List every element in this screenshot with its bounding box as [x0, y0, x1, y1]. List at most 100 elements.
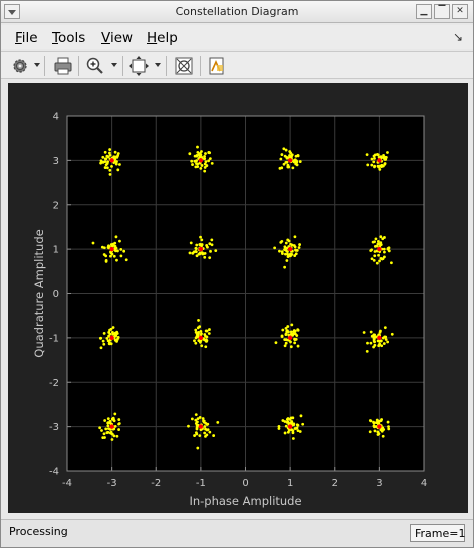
- received-symbol-point: [370, 257, 374, 261]
- received-symbol-point: [383, 326, 387, 330]
- received-symbol-point: [102, 332, 106, 335]
- received-symbol-point: [114, 162, 118, 166]
- constellation-plot[interactable]: -4 -3 -2 -1 0 1 2 3 4 -4 -3 -2 -1 0 1 2 3 4 In-phase Ampl…: [8, 83, 468, 513]
- received-symbol-point: [104, 427, 108, 431]
- received-symbol-point: [191, 163, 194, 166]
- y-tick-label: 1: [53, 245, 59, 256]
- received-symbol-point: [200, 332, 203, 336]
- scale-axes-icon[interactable]: [128, 55, 150, 77]
- received-symbol-point: [200, 164, 204, 167]
- received-symbol-point: [118, 163, 121, 166]
- x-tick-label: -1: [196, 478, 206, 489]
- reference-point: [287, 158, 293, 163]
- print-icon[interactable]: [52, 55, 74, 77]
- menu-tools[interactable]: Tools: [52, 30, 85, 46]
- reference-point: [377, 424, 382, 429]
- settings-gear-icon[interactable]: [9, 55, 31, 77]
- received-symbol-point: [279, 240, 283, 244]
- received-symbol-point: [204, 345, 208, 349]
- received-symbol-point: [284, 161, 288, 164]
- received-symbol-point: [102, 253, 106, 256]
- received-symbol-point: [285, 420, 289, 424]
- received-symbol-point: [106, 339, 110, 343]
- received-symbol-point: [382, 247, 386, 251]
- menu-file[interactable]: File: [15, 30, 38, 46]
- received-symbol-point: [194, 418, 198, 422]
- received-symbol-point: [289, 254, 292, 258]
- received-symbol-point: [104, 163, 108, 167]
- received-symbol-point: [383, 255, 386, 259]
- received-symbol-point: [282, 147, 286, 151]
- received-symbol-point: [207, 150, 211, 154]
- received-symbol-point: [387, 249, 391, 253]
- measurements-icon[interactable]: [206, 55, 228, 77]
- received-symbol-point: [301, 422, 305, 426]
- received-symbol-point: [106, 417, 110, 420]
- received-symbol-point: [195, 243, 199, 247]
- received-symbol-point: [377, 344, 381, 348]
- received-symbol-point: [110, 438, 114, 441]
- reference-point: [198, 158, 204, 163]
- received-symbol-point: [378, 259, 381, 263]
- received-symbol-point: [372, 339, 376, 343]
- received-symbol-point: [124, 258, 128, 262]
- y-tick-label: 2: [53, 200, 59, 211]
- received-symbol-point: [199, 235, 202, 239]
- received-symbol-point: [373, 244, 377, 248]
- menu-view[interactable]: View: [101, 30, 133, 46]
- received-symbol-point: [365, 153, 369, 157]
- received-symbol-point: [194, 413, 198, 417]
- zoom-dropdown-icon[interactable]: [111, 63, 117, 67]
- received-symbol-point: [193, 159, 197, 163]
- y-tick-label: -3: [49, 422, 59, 433]
- received-symbol-point: [205, 244, 209, 247]
- reference-constellation-icon[interactable]: [173, 55, 195, 77]
- maximize-button[interactable]: ▔: [434, 4, 450, 19]
- received-symbol-point: [286, 430, 290, 434]
- received-symbol-point: [370, 157, 374, 161]
- received-symbol-point: [369, 341, 373, 345]
- received-symbol-point: [373, 153, 377, 157]
- received-symbol-point: [387, 246, 391, 250]
- received-symbol-point: [298, 243, 301, 246]
- received-symbol-point: [390, 332, 394, 336]
- received-symbol-point: [369, 330, 373, 334]
- received-symbol-point: [113, 157, 117, 161]
- received-symbol-point: [112, 419, 116, 423]
- received-symbol-point: [113, 150, 117, 154]
- received-symbol-point: [295, 160, 299, 164]
- received-symbol-point: [208, 157, 212, 161]
- received-symbol-point: [204, 427, 207, 431]
- menu-help[interactable]: Help: [147, 30, 178, 46]
- received-symbol-point: [284, 341, 288, 345]
- received-symbol-point: [198, 252, 202, 256]
- received-symbol-point: [112, 434, 116, 438]
- received-symbol-point: [206, 428, 210, 432]
- received-symbol-point: [98, 336, 102, 340]
- title-bar[interactable]: Constellation Diagram ▁ ▔ ✕: [1, 1, 473, 23]
- received-symbol-point: [374, 421, 378, 424]
- received-symbol-point: [281, 419, 285, 422]
- received-symbol-point: [203, 333, 207, 336]
- received-symbol-point: [281, 328, 285, 332]
- received-symbol-point: [293, 341, 297, 345]
- received-symbol-point: [382, 342, 386, 345]
- zoom-in-icon[interactable]: [84, 55, 106, 77]
- received-symbol-point: [198, 416, 202, 419]
- reference-point: [287, 246, 293, 252]
- toolbar-separator: [78, 56, 79, 76]
- settings-dropdown-icon[interactable]: [34, 63, 40, 67]
- scale-dropdown-icon[interactable]: [155, 63, 161, 67]
- received-symbol-point: [383, 250, 386, 254]
- received-symbol-point: [298, 430, 302, 433]
- received-symbol-point: [190, 159, 194, 163]
- close-button[interactable]: ✕: [452, 4, 468, 19]
- minimize-button[interactable]: ▁: [416, 4, 432, 19]
- received-symbol-point: [298, 160, 302, 163]
- received-symbol-point: [274, 341, 278, 345]
- received-symbol-point: [196, 151, 200, 154]
- x-tick-label: 1: [287, 478, 293, 489]
- toolbar: [1, 51, 473, 79]
- received-symbol-point: [108, 151, 111, 155]
- dock-arrow-icon[interactable]: ↘: [453, 30, 463, 44]
